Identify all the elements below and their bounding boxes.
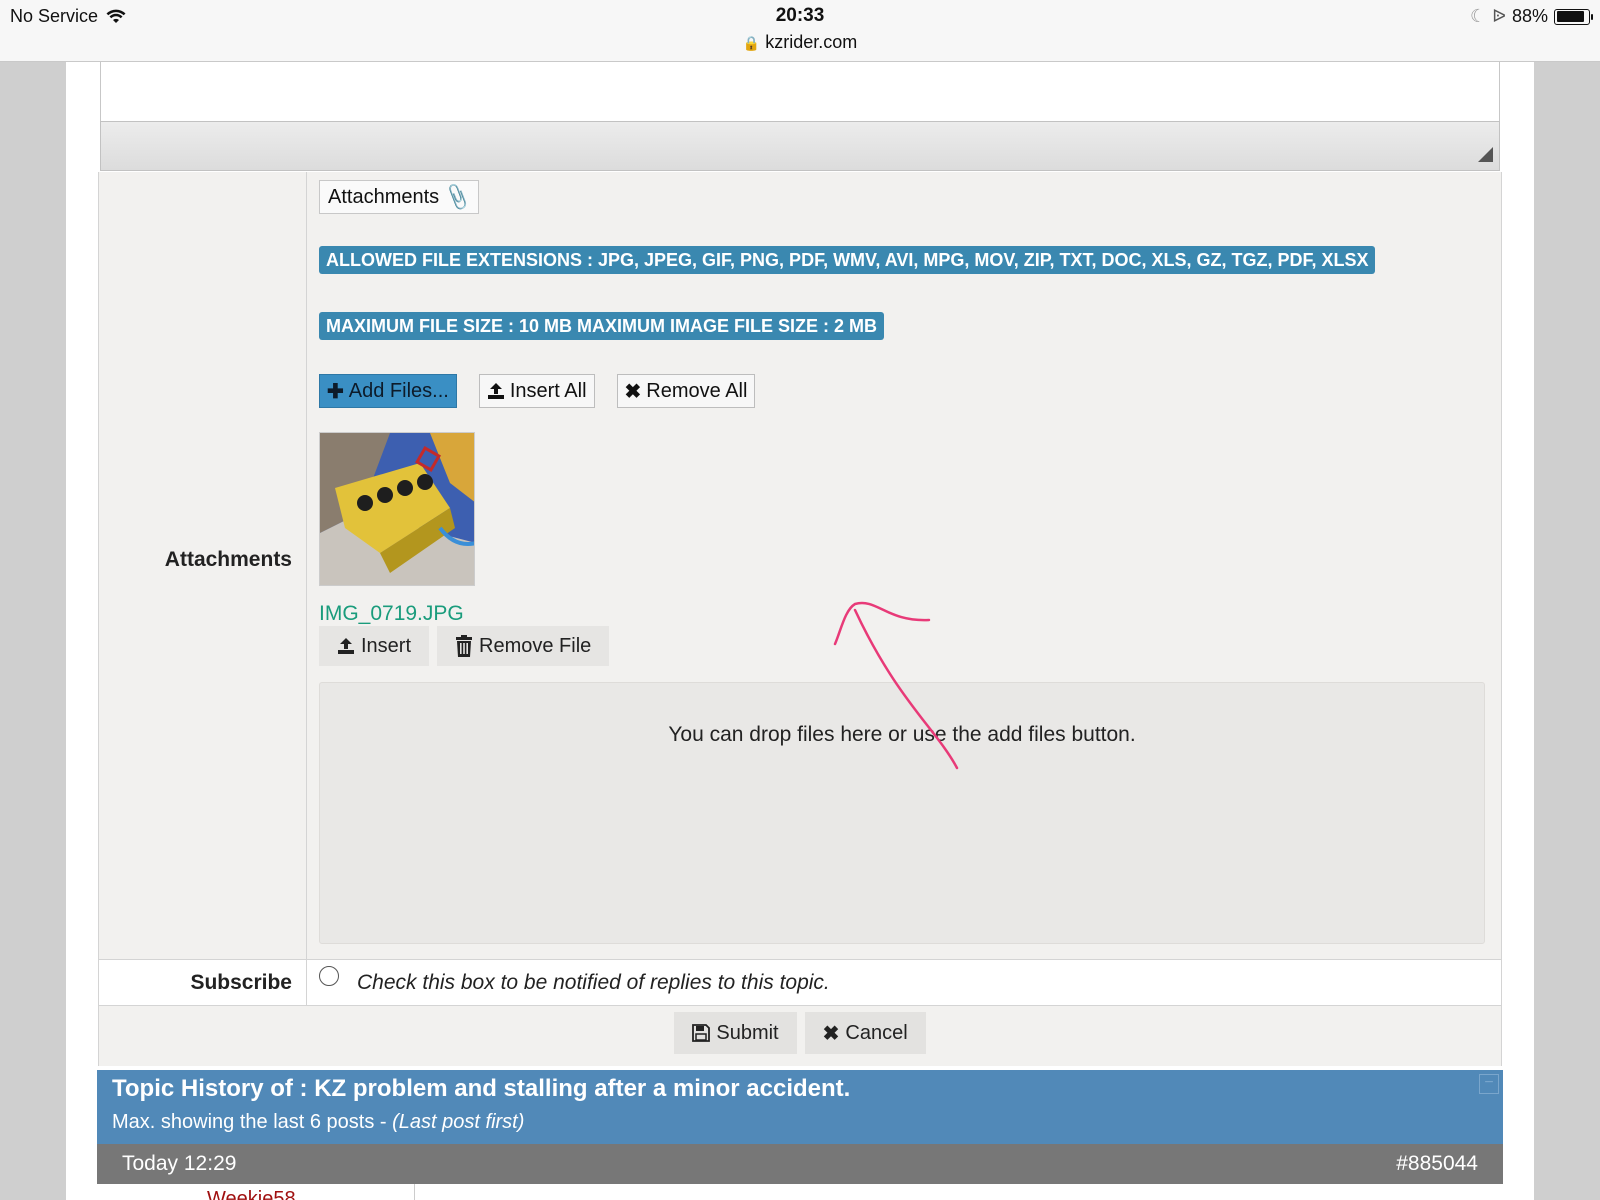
resize-handle[interactable] — [1478, 147, 1493, 162]
attachments-content: Attachments 📎 ALLOWED FILE EXTENSIONS : … — [319, 172, 1501, 959]
post-form: Attachments Attachments 📎 ALLOWED FILE E… — [98, 172, 1502, 1066]
remove-file-label: Remove File — [479, 634, 592, 657]
lock-icon: 🔒 — [742, 35, 761, 51]
post-row: Weekie58 — [97, 1184, 1503, 1200]
max-size-badge: MAXIMUM FILE SIZE : 10 MB MAXIMUM IMAGE … — [319, 312, 885, 340]
subtitle-text: Max. showing the last 6 posts - — [112, 1111, 393, 1133]
form-actions: Submit ✖ Cancel — [99, 1006, 1501, 1066]
subscribe-checkbox[interactable] — [319, 966, 339, 986]
cancel-label: Cancel — [845, 1021, 908, 1044]
subscribe-label: Subscribe — [190, 971, 292, 994]
url-text: kzrider.com — [765, 32, 858, 52]
subtitle-emphasis: (Last post first) — [392, 1111, 525, 1133]
moon-icon: ☾ — [1469, 6, 1487, 26]
allowed-extensions-badge: ALLOWED FILE EXTENSIONS : JPG, JPEG, GIF… — [319, 246, 1376, 274]
subscribe-row: Subscribe Check this box to be notified … — [99, 960, 1501, 1006]
post-username[interactable]: Weekie58 — [207, 1188, 296, 1200]
status-bar: No Service 20:33 🔒 kzrider.com ☾ ᐉ 88% — [0, 0, 1600, 62]
battery-level — [1556, 11, 1584, 22]
battery-icon — [1554, 8, 1593, 25]
editor-text-area[interactable] — [100, 62, 1500, 122]
remove-file-button[interactable]: Remove File — [437, 626, 610, 666]
attachment-toolbar: ✚ Add Files... Insert All ✖ Remove All — [319, 374, 756, 408]
attachments-title: Attachments — [328, 185, 440, 208]
upload-icon — [487, 383, 504, 399]
bluetooth-icon: ᐉ — [1492, 6, 1506, 26]
topic-history-title: Topic History of : KZ problem and stalli… — [112, 1075, 851, 1102]
topic-history: Topic History of : KZ problem and stalli… — [97, 1070, 1503, 1200]
post-header-bar: Today 12:29 #885044 — [97, 1144, 1503, 1184]
battery-percent: 88% — [1511, 6, 1548, 26]
thumbnail-image — [320, 433, 474, 585]
upload-icon — [338, 638, 354, 654]
paperclip-icon: 📎 — [441, 182, 473, 213]
collapse-icon[interactable]: − — [1479, 1074, 1499, 1094]
submit-label: Submit — [716, 1021, 779, 1044]
editor-status-bar — [100, 121, 1500, 171]
attachment-thumbnail[interactable] — [319, 432, 475, 586]
floppy-disk-icon — [692, 1024, 711, 1042]
topic-history-header: Topic History of : KZ problem and stalli… — [97, 1070, 1503, 1144]
x-icon: ✖ — [822, 1022, 840, 1045]
post-user-col: Weekie58 — [97, 1184, 415, 1200]
add-files-label: Add Files... — [348, 379, 449, 402]
insert-label: Insert — [361, 634, 412, 657]
insert-all-button[interactable]: Insert All — [478, 374, 595, 408]
insert-all-label: Insert All — [509, 379, 587, 402]
drop-zone-text: You can drop files here or use the add f… — [668, 723, 1136, 746]
cancel-button[interactable]: ✖ Cancel — [804, 1012, 926, 1054]
attachments-row: Attachments Attachments 📎 ALLOWED FILE E… — [99, 172, 1501, 960]
file-drop-zone[interactable]: You can drop files here or use the add f… — [319, 682, 1485, 944]
status-right: ☾ ᐉ 88% — [1469, 6, 1593, 27]
clock: 20:33 — [775, 5, 825, 26]
attachment-file-link[interactable]: IMG_0719.JPG — [319, 602, 464, 626]
attachments-label-col: Attachments — [99, 172, 307, 959]
attachments-header: Attachments 📎 — [319, 180, 480, 214]
trash-icon — [456, 635, 473, 657]
post-id[interactable]: #885044 — [1396, 1152, 1478, 1176]
post-date: Today 12:29 — [122, 1152, 237, 1175]
submit-button[interactable]: Submit — [674, 1012, 797, 1054]
remove-all-label: Remove All — [646, 379, 748, 402]
topic-history-subtitle: Max. showing the last 6 posts - (Last po… — [112, 1111, 1488, 1134]
page: Attachments Attachments 📎 ALLOWED FILE E… — [66, 62, 1534, 1200]
address-bar[interactable]: 🔒 kzrider.com — [0, 32, 1600, 53]
remove-all-button[interactable]: ✖ Remove All — [616, 374, 756, 408]
x-icon: ✖ — [624, 380, 642, 403]
insert-button[interactable]: Insert — [319, 626, 430, 666]
subscribe-label-col: Subscribe — [99, 960, 307, 1005]
file-actions: Insert Remove File — [319, 626, 610, 666]
attachments-row-label: Attachments — [164, 548, 292, 571]
add-files-button[interactable]: ✚ Add Files... — [319, 374, 457, 408]
subscribe-description: Check this box to be notified of replies… — [357, 971, 830, 994]
plus-icon: ✚ — [327, 380, 344, 403]
